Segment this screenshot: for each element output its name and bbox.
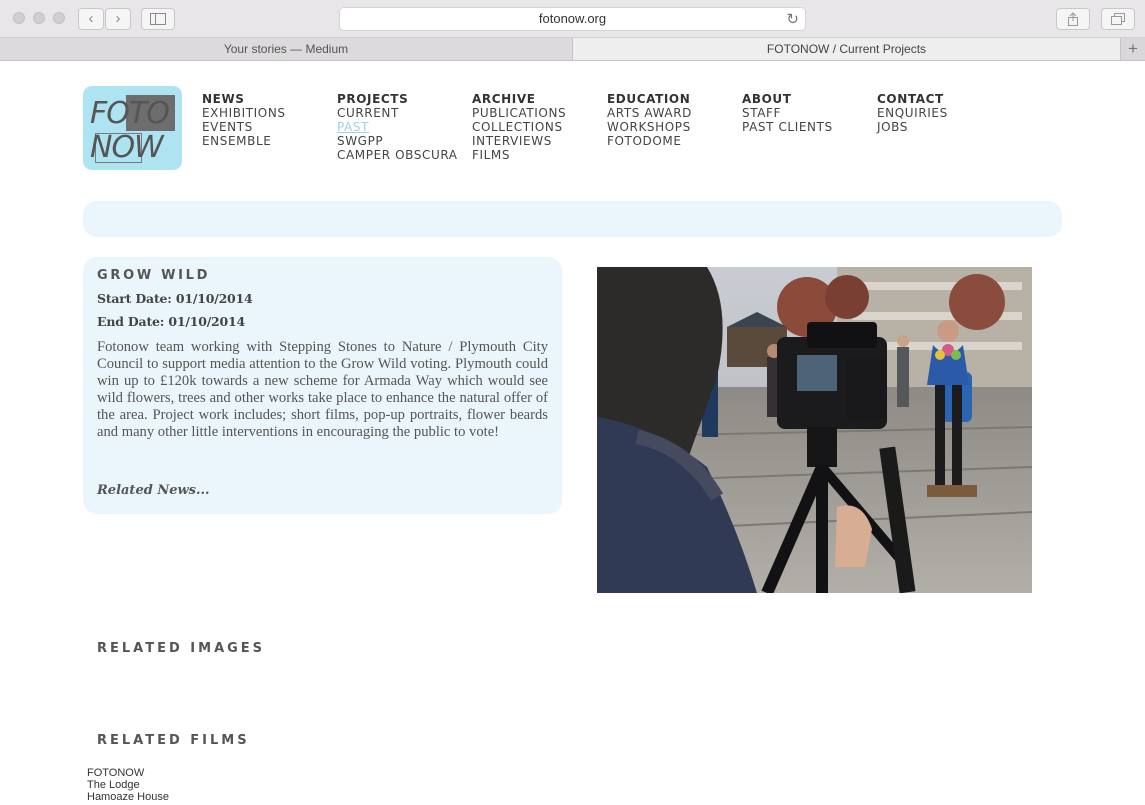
camera-street-photo	[597, 267, 1032, 593]
nav-films[interactable]: FILMS	[472, 148, 566, 162]
chevron-right-icon: ›	[115, 10, 121, 27]
sidebar-icon	[150, 13, 166, 25]
project-title: GROW WILD	[97, 268, 211, 283]
nav-column-projects: PROJECTS CURRENT PAST SWGPP CAMPER OBSCU…	[337, 92, 458, 162]
address-text: fotonow.org	[538, 11, 607, 26]
tab-fotonow[interactable]: FOTONOW / Current Projects	[572, 38, 1120, 60]
nav-publications[interactable]: PUBLICATIONS	[472, 106, 566, 120]
nav-fotodome[interactable]: FOTODOME	[607, 134, 692, 148]
related-films-list: FOTONOW The Lodge Hamoaze House	[87, 767, 169, 803]
film-link[interactable]: The Lodge	[87, 779, 169, 791]
nav-archive[interactable]: ARCHIVE	[472, 92, 566, 106]
related-films-heading: RELATED FILMS	[97, 733, 250, 748]
related-news-link[interactable]: Related News...	[97, 483, 210, 498]
sub-nav-band	[83, 201, 1062, 237]
end-date: End Date: 01/10/2014	[97, 314, 246, 329]
nav-arts-award[interactable]: ARTS AWARD	[607, 106, 692, 120]
nav-workshops[interactable]: WORKSHOPS	[607, 120, 692, 134]
nav-ensemble[interactable]: ENSEMBLE	[202, 134, 286, 148]
tab-medium[interactable]: Your stories — Medium	[0, 38, 572, 60]
film-link[interactable]: Hamoaze House	[87, 791, 169, 803]
chevron-left-icon: ‹	[88, 10, 94, 27]
fotonow-logo[interactable]: FOTO NOW	[83, 86, 182, 170]
nav-past-clients[interactable]: PAST CLIENTS	[742, 120, 833, 134]
plus-icon: +	[1128, 39, 1138, 58]
nav-past[interactable]: PAST	[337, 120, 458, 134]
reload-icon[interactable]: ↻	[786, 9, 799, 31]
logo-text-foto: FOTO	[90, 96, 170, 131]
project-info-panel: GROW WILD Start Date: 01/10/2014 End Dat…	[83, 257, 562, 514]
nav-column-education: EDUCATION ARTS AWARD WORKSHOPS FOTODOME	[607, 92, 692, 148]
nav-events[interactable]: EVENTS	[202, 120, 286, 134]
forward-button[interactable]: ›	[105, 8, 131, 30]
nav-exhibitions[interactable]: EXHIBITIONS	[202, 106, 286, 120]
tab-bar: Your stories — Medium FOTONOW / Current …	[0, 38, 1145, 61]
nav-about[interactable]: ABOUT	[742, 92, 833, 106]
nav-column-contact: CONTACT ENQUIRIES JOBS	[877, 92, 948, 134]
zoom-window-icon[interactable]	[53, 12, 65, 24]
share-button[interactable]	[1056, 8, 1090, 30]
address-bar[interactable]: fotonow.org ↻	[339, 7, 806, 31]
project-description: Fotonow team working with Stepping Stone…	[97, 339, 548, 440]
nav-jobs[interactable]: JOBS	[877, 120, 948, 134]
minimize-window-icon[interactable]	[33, 12, 45, 24]
tab-overview-button[interactable]	[1101, 8, 1135, 30]
share-icon	[1068, 12, 1078, 26]
nav-column-archive: ARCHIVE PUBLICATIONS COLLECTIONS INTERVI…	[472, 92, 566, 162]
start-date: Start Date: 01/10/2014	[97, 291, 253, 306]
film-link[interactable]: FOTONOW	[87, 767, 169, 779]
nav-projects[interactable]: PROJECTS	[337, 92, 458, 106]
sidebar-toggle-button[interactable]	[141, 8, 175, 30]
project-photo	[597, 267, 1032, 593]
nav-camper-obscura[interactable]: CAMPER OBSCURA	[337, 148, 458, 162]
nav-collections[interactable]: COLLECTIONS	[472, 120, 566, 134]
nav-current[interactable]: CURRENT	[337, 106, 458, 120]
close-window-icon[interactable]	[13, 12, 25, 24]
related-images-heading: RELATED IMAGES	[97, 641, 266, 656]
nav-swgpp[interactable]: SWGPP	[337, 134, 458, 148]
nav-contact[interactable]: CONTACT	[877, 92, 948, 106]
nav-column-about: ABOUT STAFF PAST CLIENTS	[742, 92, 833, 134]
browser-titlebar: ‹ › fotonow.org ↻	[0, 0, 1145, 38]
nav-news[interactable]: NEWS	[202, 92, 286, 106]
logo-text-now: NOW	[90, 130, 164, 165]
nav-column-news: NEWS EXHIBITIONS EVENTS ENSEMBLE	[202, 92, 286, 148]
new-tab-button[interactable]: +	[1120, 38, 1145, 60]
back-button[interactable]: ‹	[78, 8, 104, 30]
nav-education[interactable]: EDUCATION	[607, 92, 692, 106]
nav-staff[interactable]: STAFF	[742, 106, 833, 120]
tabs-icon	[1111, 13, 1125, 25]
nav-enquiries[interactable]: ENQUIRIES	[877, 106, 948, 120]
nav-interviews[interactable]: INTERVIEWS	[472, 134, 566, 148]
